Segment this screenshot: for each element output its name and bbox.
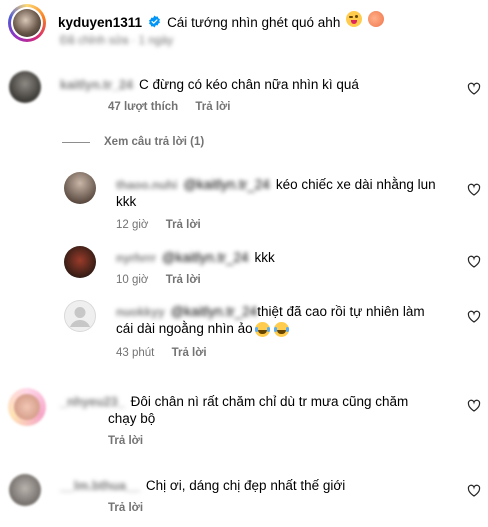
reply-text-continued: kkk [116, 194, 137, 209]
laughing-tears-emoji-icon [254, 321, 270, 337]
laughing-tears-emoji-icon [273, 321, 289, 337]
comment-meta: 47 lượt thích Trả lời [108, 101, 230, 113]
reply-text: kkk [254, 250, 275, 265]
heart-outline-icon[interactable] [467, 255, 481, 268]
comment-row: __lm.bthua__ Chị ơi, dáng chị đẹp nhất t… [60, 477, 345, 495]
comment-row: _nhyeu23_ Đôi chân nì rất chăm chỉ dù tr… [60, 393, 408, 411]
reply-time: 12 giờ [116, 219, 149, 231]
reply-button[interactable]: Trả lời [172, 347, 207, 359]
post-caption-text: Cái tướng nhìn ghét quó ahh [167, 15, 341, 30]
comment-meta: Trả lời [108, 435, 143, 447]
post-author-username[interactable]: kyduyen1311 [58, 15, 142, 30]
verified-badge-icon [149, 15, 160, 28]
reply-mention[interactable]: @kaitlyn.tr_24 [183, 176, 270, 194]
comment-avatar[interactable] [9, 71, 41, 103]
wink-face-emoji-icon [346, 11, 363, 27]
reply-mention[interactable]: @kaitlyn.tr_24 [171, 303, 258, 321]
comment-text: C đừng có kéo chân nữa nhìn kì quá [138, 77, 359, 92]
reply-time: 43 phút [116, 347, 155, 359]
reply-username[interactable]: thaoo.nuhi [116, 178, 177, 192]
comment-meta: Trả lời [108, 502, 143, 514]
comment-avatar[interactable] [8, 388, 46, 426]
reply-row: nyrhrrr @kaitlyn.tr_24 kkk [116, 249, 275, 267]
reply-button[interactable]: Trả lời [108, 502, 143, 514]
comment-row: kaitlyn.tr_24 C đừng có kéo chân nữa nhì… [60, 76, 359, 94]
post-edited-meta: Đã chỉnh sửa · 1 ngày [60, 35, 174, 47]
reply-text-continued-row: cái dài ngoằng nhìn ảo [116, 320, 289, 338]
reply-meta: 12 giờ Trả lời [116, 219, 201, 231]
reply-button[interactable]: Trả lời [166, 274, 201, 286]
view-replies-button[interactable]: Xem câu trả lời (1) [104, 136, 204, 148]
reply-text: thiệt đã cao rồi tự nhiên làm [257, 304, 425, 319]
post-caption-row: kyduyen1311 Cái tướng nhìn ghét quó ahh [58, 11, 385, 32]
view-replies-label[interactable]: Xem câu trả lời (1) [104, 136, 204, 148]
reply-row: thaoo.nuhi @kaitlyn.tr_24 kéo chiếc xe d… [116, 176, 436, 194]
comment-avatar[interactable] [9, 474, 41, 506]
reply-username[interactable]: nuokkyy [116, 305, 165, 319]
reply-avatar[interactable] [64, 172, 96, 204]
reply-text: kéo chiếc xe dài nhằng lun [275, 177, 436, 192]
view-replies-divider [62, 142, 90, 143]
heart-outline-icon[interactable] [467, 399, 481, 412]
reply-row: nuokkyy @kaitlyn.tr_24 thiệt đã cao rồi … [116, 303, 425, 321]
reply-button[interactable]: Trả lời [166, 219, 201, 231]
reply-text-continued: cái dài ngoằng nhìn ảo [116, 321, 253, 336]
heart-outline-icon[interactable] [467, 484, 481, 497]
reply-button[interactable]: Trả lời [195, 101, 230, 113]
reply-username[interactable]: nyrhrrr [116, 251, 156, 265]
comment-username[interactable]: _nhyeu23_ [60, 395, 125, 409]
likes-count[interactable]: 47 lượt thích [108, 101, 178, 113]
heart-outline-icon[interactable] [467, 183, 481, 196]
peach-emoji-icon [368, 11, 385, 27]
comment-username[interactable]: __lm.bthua__ [60, 479, 140, 493]
reply-meta: 10 giờ Trả lời [116, 274, 201, 286]
reply-button[interactable]: Trả lời [108, 435, 143, 447]
reply-meta: 43 phút Trả lời [116, 347, 207, 359]
default-avatar-icon [64, 300, 96, 332]
heart-outline-icon[interactable] [467, 310, 481, 323]
comment-text: Đôi chân nì rất chăm chỉ dù tr mưa cũng … [130, 394, 409, 409]
reply-avatar[interactable] [64, 300, 96, 332]
comment-text-continued: chạy bộ [108, 411, 156, 426]
reply-mention[interactable]: @kaitlyn.tr_24 [162, 249, 249, 267]
reply-time: 10 giờ [116, 274, 149, 286]
comment-username[interactable]: kaitlyn.tr_24 [60, 78, 133, 92]
post-author-avatar[interactable] [8, 4, 46, 42]
reply-avatar[interactable] [64, 246, 96, 278]
heart-outline-icon[interactable] [467, 82, 481, 95]
comment-text: Chị ơi, dáng chị đẹp nhất thế giới [145, 478, 346, 493]
